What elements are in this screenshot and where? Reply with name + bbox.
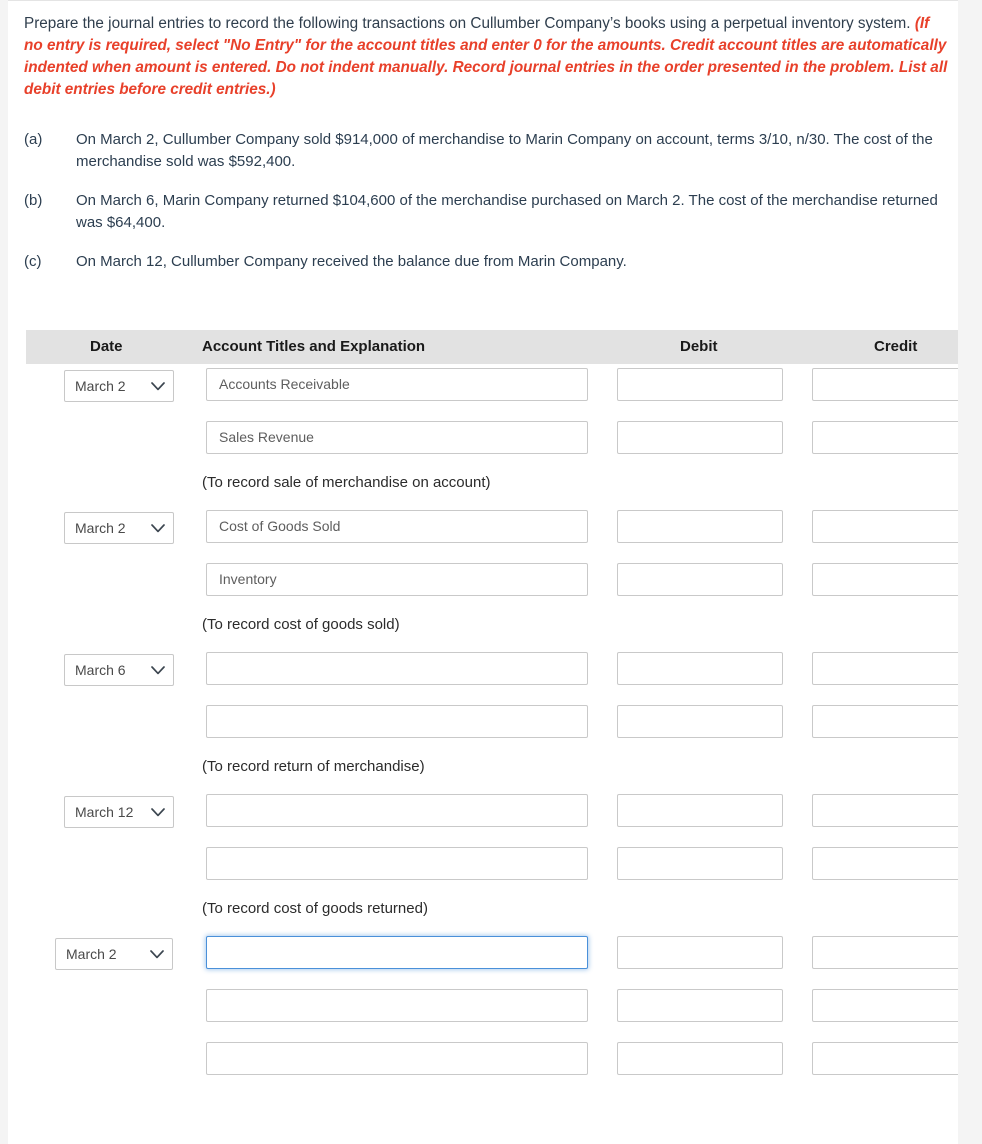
journal-row (26, 1038, 958, 1091)
credit-input[interactable] (812, 652, 958, 685)
journal-row (26, 843, 958, 896)
account-title-input[interactable] (206, 652, 588, 685)
column-header-credit: Credit (874, 338, 918, 355)
account-title-input[interactable]: Sales Revenue (206, 421, 588, 454)
date-select[interactable]: March 2 (64, 512, 174, 544)
debit-input[interactable] (617, 368, 783, 401)
date-select-value: March 2 (66, 946, 117, 962)
debit-input[interactable] (617, 794, 783, 827)
credit-input[interactable] (812, 510, 958, 543)
explanation-row: (To record return of merchandise) (26, 754, 958, 790)
journal-row (26, 985, 958, 1038)
transaction-label: (c) (24, 253, 42, 270)
journal-row: March 12 (26, 790, 958, 843)
journal-row: March 6 (26, 648, 958, 701)
debit-input[interactable] (617, 421, 783, 454)
explanation-row: (To record cost of goods sold) (26, 612, 958, 648)
account-title-input[interactable] (206, 847, 588, 880)
account-title-input[interactable] (206, 936, 588, 969)
column-header-date: Date (90, 338, 123, 355)
explanation-text: (To record return of merchandise) (202, 758, 425, 775)
account-title-input[interactable]: Cost of Goods Sold (206, 510, 588, 543)
transaction-item: (c) On March 12, Cullumber Company receiv… (24, 251, 950, 273)
account-title-input[interactable]: Inventory (206, 563, 588, 596)
date-select-value: March 2 (75, 378, 126, 394)
journal-table-header: Date Account Titles and Explanation Debi… (26, 330, 958, 364)
credit-input[interactable] (812, 989, 958, 1022)
date-select[interactable]: March 6 (64, 654, 174, 686)
debit-input[interactable] (617, 510, 783, 543)
account-title-input[interactable] (206, 705, 588, 738)
debit-input[interactable] (617, 705, 783, 738)
credit-input[interactable] (812, 1042, 958, 1075)
explanation-text: (To record sale of merchandise on accoun… (202, 474, 491, 491)
account-title-input[interactable] (206, 989, 588, 1022)
date-select[interactable]: March 2 (64, 370, 174, 402)
column-header-debit: Debit (680, 338, 718, 355)
chevron-down-icon (151, 807, 165, 817)
chevron-down-icon (151, 523, 165, 533)
account-title-input[interactable] (206, 1042, 588, 1075)
explanation-text: (To record cost of goods sold) (202, 616, 400, 633)
chevron-down-icon (150, 949, 164, 959)
journal-row (26, 701, 958, 754)
chevron-down-icon (151, 665, 165, 675)
credit-input[interactable] (812, 421, 958, 454)
credit-input[interactable] (812, 563, 958, 596)
debit-input[interactable] (617, 1042, 783, 1075)
transaction-text: On March 2, Cullumber Company sold $914,… (76, 131, 933, 170)
transaction-label: (a) (24, 131, 43, 148)
chevron-down-icon (151, 381, 165, 391)
journal-rows: March 2 Accounts Receivable Sales Revenue (… (26, 364, 958, 1091)
credit-input[interactable] (812, 368, 958, 401)
explanation-row: (To record sale of merchandise on accoun… (26, 470, 958, 506)
transaction-text: On March 6, Marin Company returned $104,… (76, 192, 938, 231)
credit-input[interactable] (812, 794, 958, 827)
debit-input[interactable] (617, 652, 783, 685)
transactions-list: (a) On March 2, Cullumber Company sold $9… (24, 129, 950, 290)
journal-row: March 2 Accounts Receivable (26, 364, 958, 417)
date-select-value: March 6 (75, 662, 126, 678)
worksheet-sheet: Prepare the journal entries to record th… (8, 0, 958, 1144)
instructions-block: Prepare the journal entries to record th… (24, 13, 950, 101)
date-select[interactable]: March 2 (55, 938, 173, 970)
account-title-input[interactable]: Accounts Receivable (206, 368, 588, 401)
transaction-item: (a) On March 2, Cullumber Company sold $9… (24, 129, 950, 173)
credit-input[interactable] (812, 705, 958, 738)
transaction-text: On March 12, Cullumber Company received … (76, 253, 627, 270)
journal-row: Sales Revenue (26, 417, 958, 470)
page-background: Prepare the journal entries to record th… (0, 0, 982, 1144)
date-select-value: March 12 (75, 804, 134, 820)
debit-input[interactable] (617, 989, 783, 1022)
transaction-label: (b) (24, 192, 43, 209)
column-header-account: Account Titles and Explanation (202, 338, 426, 355)
explanation-row: (To record cost of goods returned) (26, 896, 958, 932)
credit-input[interactable] (812, 936, 958, 969)
journal-entry-table: Date Account Titles and Explanation Debi… (26, 330, 958, 1091)
credit-input[interactable] (812, 847, 958, 880)
journal-row: March 2 Cost of Goods Sold (26, 506, 958, 559)
date-select-value: March 2 (75, 520, 126, 536)
instructions-lead: Prepare the journal entries to record th… (24, 15, 911, 32)
journal-row: Inventory (26, 559, 958, 612)
debit-input[interactable] (617, 563, 783, 596)
account-title-input[interactable] (206, 794, 588, 827)
transaction-item: (b) On March 6, Marin Company returned $1… (24, 190, 950, 234)
debit-input[interactable] (617, 847, 783, 880)
debit-input[interactable] (617, 936, 783, 969)
journal-row: March 2 (26, 932, 958, 985)
date-select[interactable]: March 12 (64, 796, 174, 828)
explanation-text: (To record cost of goods returned) (202, 900, 428, 917)
